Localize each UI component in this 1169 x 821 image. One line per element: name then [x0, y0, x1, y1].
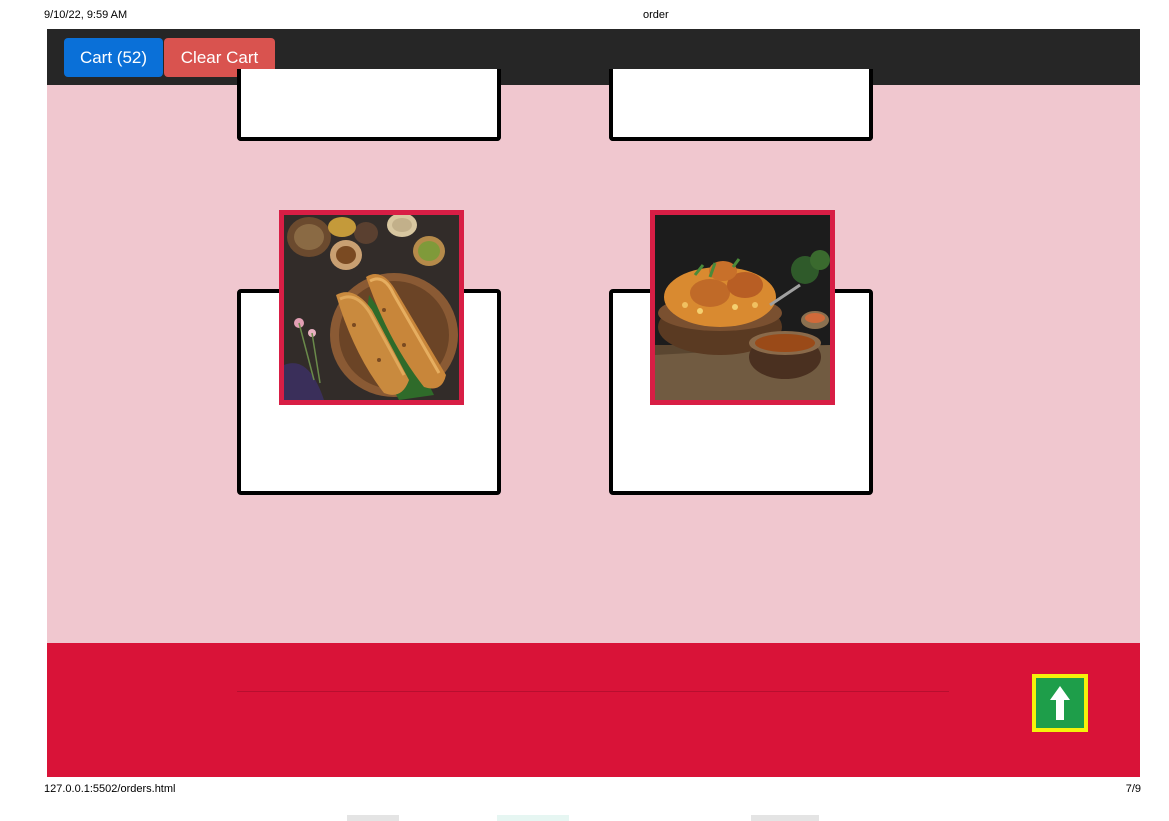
biryani-image — [650, 210, 835, 405]
dosa-image — [279, 210, 464, 405]
print-header-title: order — [643, 9, 669, 21]
product-card — [609, 69, 873, 141]
print-footer-page-number: 7/9 — [1125, 783, 1141, 795]
product-card — [237, 69, 501, 141]
arrow-up-icon — [1050, 686, 1070, 720]
bottom-edge-mark — [497, 815, 569, 821]
print-footer-url: 127.0.0.1:5502/orders.html — [44, 783, 176, 795]
print-header-datetime: 9/10/22, 9:59 AM — [44, 9, 128, 21]
biryani-photo-icon — [655, 215, 830, 400]
orders-page: Cart (52) Clear Cart — [47, 29, 1140, 777]
page-footer — [47, 643, 1140, 777]
dosa-photo-icon — [284, 215, 459, 400]
scroll-to-top-button[interactable] — [1032, 674, 1088, 732]
bottom-edge-mark — [347, 815, 399, 821]
footer-divider — [237, 691, 949, 692]
bottom-edge-mark — [751, 815, 819, 821]
navbar: Cart (52) Clear Cart — [47, 29, 1140, 85]
cart-button[interactable]: Cart (52) — [64, 38, 163, 77]
